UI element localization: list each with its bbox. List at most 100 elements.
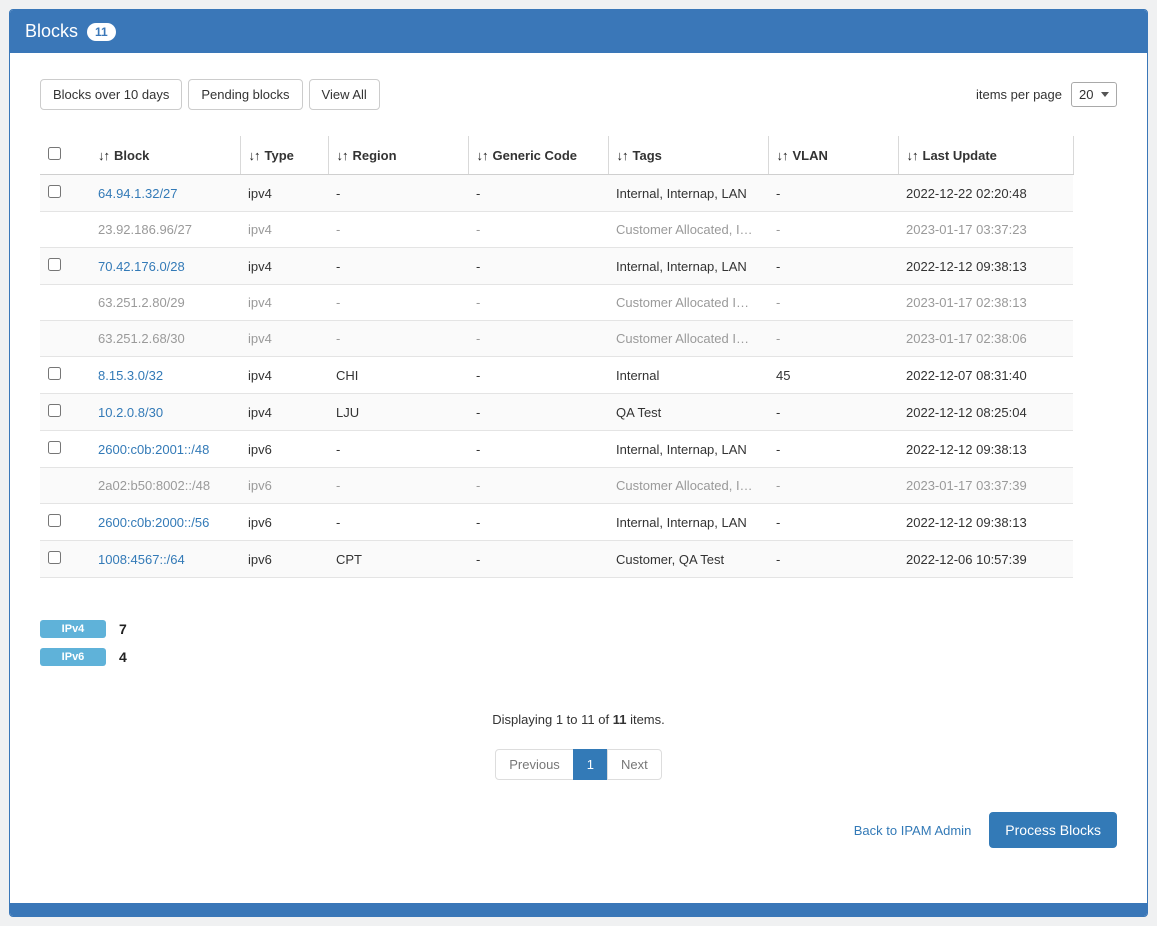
row-checkbox-cell <box>40 504 90 541</box>
row-checkbox-cell <box>40 541 90 578</box>
pagination: Previous 1 Next <box>40 749 1117 780</box>
cell-tags: Customer, QA Test <box>608 541 768 578</box>
blocks-panel: Blocks 11 Blocks over 10 days Pending bl… <box>9 9 1148 917</box>
cell-tags: Internal, Internap, LAN <box>608 248 768 285</box>
column-header-generic-code[interactable]: ↓↑Generic Code <box>468 136 608 175</box>
cell-block: 23.92.186.96/27 <box>90 212 240 248</box>
ipv4-summary: IPv4 7 <box>40 620 1117 638</box>
page-1-button[interactable]: 1 <box>573 749 608 780</box>
table-row: 23.92.186.96/27ipv4--Customer Allocated,… <box>40 212 1073 248</box>
page: Blocks 11 Blocks over 10 days Pending bl… <box>9 9 1148 917</box>
row-checkbox[interactable] <box>48 404 61 417</box>
cell-block: 8.15.3.0/32 <box>90 357 240 394</box>
column-label-type: Type <box>265 148 294 163</box>
cell-generic-code: - <box>468 504 608 541</box>
cell-last-update: 2022-12-07 08:31:40 <box>898 357 1073 394</box>
blocks-table: ↓↑Block ↓↑Type ↓↑Region ↓↑Generic Code ↓ <box>40 136 1074 578</box>
row-checkbox[interactable] <box>48 441 61 454</box>
filter-blocks-over-10-days-button[interactable]: Blocks over 10 days <box>40 79 182 110</box>
row-checkbox-cell <box>40 248 90 285</box>
table-header-row: ↓↑Block ↓↑Type ↓↑Region ↓↑Generic Code ↓ <box>40 136 1073 175</box>
cell-generic-code: - <box>468 248 608 285</box>
cell-region: - <box>328 431 468 468</box>
column-header-tags[interactable]: ↓↑Tags <box>608 136 768 175</box>
back-to-ipam-admin-link[interactable]: Back to IPAM Admin <box>854 823 972 838</box>
row-checkbox[interactable] <box>48 551 61 564</box>
table-row: 1008:4567::/64ipv6CPT-Customer, QA Test-… <box>40 541 1073 578</box>
table-row: 2a02:b50:8002::/48ipv6--Customer Allocat… <box>40 468 1073 504</box>
items-per-page-value: 20 <box>1079 87 1093 102</box>
cell-block: 2a02:b50:8002::/48 <box>90 468 240 504</box>
cell-generic-code: - <box>468 431 608 468</box>
cell-type: ipv4 <box>240 175 328 212</box>
row-checkbox[interactable] <box>48 514 61 527</box>
cell-region: - <box>328 175 468 212</box>
cell-region: - <box>328 468 468 504</box>
panel-body: Blocks over 10 days Pending blocks View … <box>10 53 1147 903</box>
column-header-vlan[interactable]: ↓↑VLAN <box>768 136 898 175</box>
block-link[interactable]: 1008:4567::/64 <box>98 552 185 567</box>
cell-generic-code: - <box>468 394 608 431</box>
cell-region: LJU <box>328 394 468 431</box>
process-blocks-button[interactable]: Process Blocks <box>989 812 1117 848</box>
row-checkbox-cell <box>40 212 90 248</box>
filter-pending-blocks-button[interactable]: Pending blocks <box>188 79 302 110</box>
cell-last-update: 2023-01-17 02:38:13 <box>898 285 1073 321</box>
row-checkbox[interactable] <box>48 367 61 380</box>
cell-type: ipv6 <box>240 431 328 468</box>
column-header-block[interactable]: ↓↑Block <box>90 136 240 175</box>
block-link[interactable]: 10.2.0.8/30 <box>98 405 163 420</box>
display-suffix: items. <box>626 712 664 727</box>
cell-tags: Internal, Internap, LAN <box>608 175 768 212</box>
row-checkbox-cell <box>40 431 90 468</box>
block-link[interactable]: 8.15.3.0/32 <box>98 368 163 383</box>
next-page-button[interactable]: Next <box>607 749 662 780</box>
sort-icon: ↓↑ <box>477 148 488 163</box>
caret-down-icon <box>1101 92 1109 97</box>
cell-block: 1008:4567::/64 <box>90 541 240 578</box>
select-all-checkbox[interactable] <box>48 147 61 160</box>
filter-view-all-button[interactable]: View All <box>309 79 380 110</box>
cell-generic-code: - <box>468 321 608 357</box>
cell-vlan: - <box>768 321 898 357</box>
row-checkbox-cell <box>40 468 90 504</box>
cell-generic-code: - <box>468 175 608 212</box>
items-per-page-select[interactable]: 20 <box>1071 82 1117 107</box>
cell-type: ipv6 <box>240 504 328 541</box>
cell-vlan: - <box>768 248 898 285</box>
block-link[interactable]: 2600:c0b:2000::/56 <box>98 515 209 530</box>
block-link[interactable]: 64.94.1.32/27 <box>98 186 178 201</box>
column-header-type[interactable]: ↓↑Type <box>240 136 328 175</box>
table-row: 2600:c0b:2001::/48ipv6--Internal, Intern… <box>40 431 1073 468</box>
cell-last-update: 2022-12-22 02:20:48 <box>898 175 1073 212</box>
sort-icon: ↓↑ <box>777 148 788 163</box>
previous-page-button[interactable]: Previous <box>495 749 574 780</box>
cell-region: - <box>328 212 468 248</box>
column-header-last-update[interactable]: ↓↑Last Update <box>898 136 1073 175</box>
cell-region: - <box>328 248 468 285</box>
row-checkbox-cell <box>40 357 90 394</box>
cell-tags: QA Test <box>608 394 768 431</box>
cell-region: - <box>328 321 468 357</box>
cell-block: 64.94.1.32/27 <box>90 175 240 212</box>
cell-vlan: - <box>768 212 898 248</box>
toolbar: Blocks over 10 days Pending blocks View … <box>40 79 1117 110</box>
cell-tags: Internal, Internap, LAN <box>608 431 768 468</box>
cell-vlan: - <box>768 541 898 578</box>
column-header-region[interactable]: ↓↑Region <box>328 136 468 175</box>
column-label-tags: Tags <box>633 148 662 163</box>
table-row: 63.251.2.80/29ipv4--Customer Allocated I… <box>40 285 1073 321</box>
row-checkbox[interactable] <box>48 185 61 198</box>
row-checkbox[interactable] <box>48 258 61 271</box>
sort-icon: ↓↑ <box>337 148 348 163</box>
block-link[interactable]: 2600:c0b:2001::/48 <box>98 442 209 457</box>
cell-tags: Customer Allocated I… <box>608 285 768 321</box>
row-checkbox-cell <box>40 394 90 431</box>
cell-region: - <box>328 504 468 541</box>
cell-last-update: 2023-01-17 03:37:23 <box>898 212 1073 248</box>
items-per-page: items per page 20 <box>976 82 1117 107</box>
cell-last-update: 2023-01-17 02:38:06 <box>898 321 1073 357</box>
block-link[interactable]: 70.42.176.0/28 <box>98 259 185 274</box>
cell-block: 2600:c0b:2001::/48 <box>90 431 240 468</box>
display-total: 11 <box>613 712 627 727</box>
